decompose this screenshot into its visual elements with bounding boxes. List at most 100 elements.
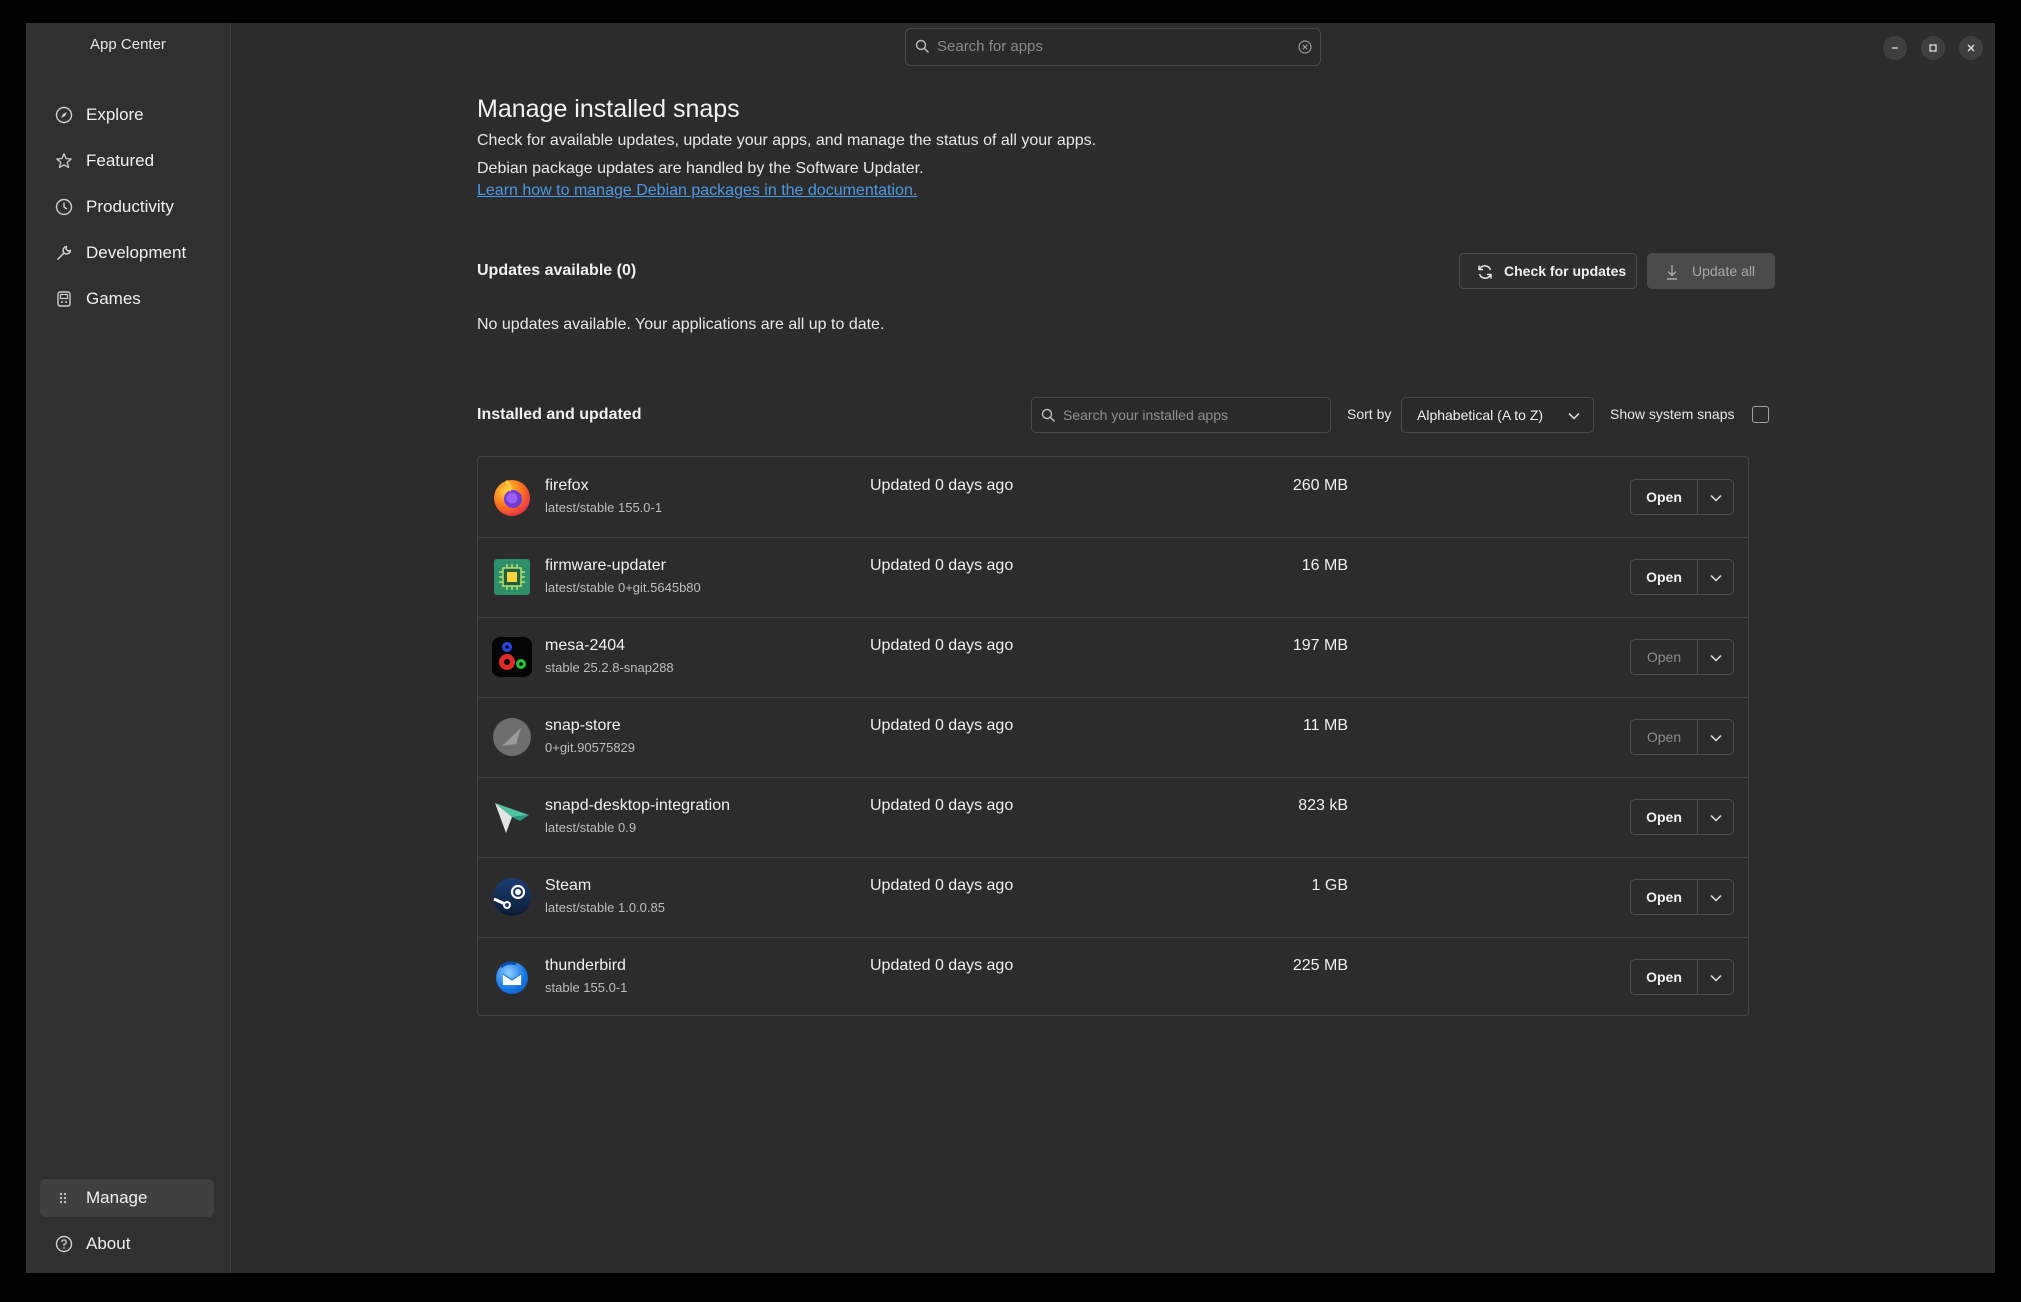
open-button[interactable]: Open bbox=[1630, 799, 1697, 835]
mesa-gears-icon bbox=[492, 637, 532, 677]
app-name[interactable]: firmware-updater bbox=[545, 557, 666, 575]
app-size: 11 MB bbox=[1302, 717, 1348, 734]
sort-dropdown[interactable]: Alphabetical (A to Z) bbox=[1401, 397, 1594, 433]
page-title: Manage installed snaps bbox=[477, 95, 740, 123]
sidebar-item-label: Manage bbox=[86, 1188, 148, 1207]
minimize-icon bbox=[1892, 47, 1898, 49]
sidebar-title: App Center bbox=[90, 36, 166, 53]
sort-value: Alphabetical (A to Z) bbox=[1417, 407, 1544, 423]
chevron-down-icon bbox=[1568, 412, 1580, 420]
app-updated: Updated 0 days ago bbox=[870, 477, 1014, 494]
update-all-label: Update all bbox=[1692, 263, 1756, 279]
open-button[interactable]: Open bbox=[1630, 719, 1697, 755]
list-item-thunderbird: thunderbird stable 155.0-1 Updated 0 day… bbox=[478, 937, 1748, 1017]
open-button[interactable]: Open bbox=[1630, 559, 1697, 595]
list-item-firefox: firefox latest/stable 155.0-1 Updated 0 … bbox=[478, 457, 1748, 538]
chevron-down-icon bbox=[1710, 894, 1722, 902]
open-button[interactable]: Open bbox=[1630, 479, 1697, 515]
snapcraft-bird-icon bbox=[495, 803, 529, 833]
app-name[interactable]: snapd-desktop-integration bbox=[545, 797, 730, 815]
app-updated: Updated 0 days ago bbox=[870, 797, 1014, 814]
app-size: 225 MB bbox=[1292, 957, 1348, 974]
app-name[interactable]: firefox bbox=[545, 477, 589, 495]
app-size: 16 MB bbox=[1301, 557, 1348, 574]
documentation-link[interactable]: Learn how to manage Debian packages in t… bbox=[477, 182, 917, 200]
firefox-icon bbox=[494, 479, 530, 516]
show-system-snaps-label: Show system snaps bbox=[1610, 406, 1735, 422]
app-version: latest/stable 0+git.5645b80 bbox=[545, 580, 701, 595]
wrench-icon bbox=[56, 245, 72, 261]
app-actions-dropdown[interactable] bbox=[1697, 479, 1734, 515]
app-name[interactable]: thunderbird bbox=[545, 957, 626, 975]
close-icon bbox=[1967, 44, 1975, 52]
sidebar-item-games[interactable]: Games bbox=[40, 280, 214, 318]
sidebar-item-label: Explore bbox=[86, 105, 144, 124]
star-icon bbox=[56, 153, 72, 169]
chevron-down-icon bbox=[1710, 974, 1722, 982]
app-updated: Updated 0 days ago bbox=[870, 877, 1014, 894]
app-actions-dropdown[interactable] bbox=[1697, 719, 1734, 755]
list-item-steam: Steam latest/stable 1.0.0.85 Updated 0 d… bbox=[478, 857, 1748, 938]
app-updated: Updated 0 days ago bbox=[870, 637, 1014, 654]
maximize-button[interactable] bbox=[1921, 36, 1945, 60]
open-button[interactable]: Open bbox=[1630, 959, 1697, 995]
sidebar-item-explore[interactable]: Explore bbox=[40, 96, 214, 134]
chevron-down-icon bbox=[1710, 654, 1722, 662]
sidebar-item-manage[interactable]: Manage bbox=[40, 1179, 214, 1217]
check-for-updates-label: Check for updates bbox=[1504, 263, 1627, 279]
help-icon bbox=[55, 1235, 73, 1253]
chevron-down-icon bbox=[1710, 574, 1722, 582]
update-all-button[interactable]: Update all bbox=[1647, 253, 1775, 289]
app-actions-dropdown[interactable] bbox=[1697, 879, 1734, 915]
open-button[interactable]: Open bbox=[1630, 639, 1697, 675]
gamepad-icon bbox=[57, 291, 71, 307]
updates-heading: Updates available (0) bbox=[477, 262, 637, 279]
minimize-button[interactable] bbox=[1883, 36, 1907, 60]
app-actions-dropdown[interactable] bbox=[1697, 559, 1734, 595]
chevron-down-icon bbox=[1710, 734, 1722, 742]
app-version: 0+git.90575829 bbox=[545, 740, 636, 755]
chip-icon bbox=[494, 559, 530, 595]
clock-icon bbox=[55, 198, 73, 216]
check-for-updates-button[interactable]: Check for updates bbox=[1459, 253, 1637, 289]
compass-icon bbox=[55, 106, 73, 124]
snap-store-icon bbox=[493, 718, 531, 756]
app-size: 197 MB bbox=[1292, 637, 1348, 654]
sidebar-item-productivity[interactable]: Productivity bbox=[40, 188, 214, 226]
app-version: stable 155.0-1 bbox=[545, 980, 628, 995]
sidebar: App Center Explore Featured Productivity… bbox=[26, 23, 231, 1273]
thunderbird-icon bbox=[496, 961, 528, 994]
sidebar-item-about[interactable]: About bbox=[40, 1225, 214, 1263]
app-actions-dropdown[interactable] bbox=[1697, 959, 1734, 995]
app-size: 823 kB bbox=[1298, 797, 1348, 814]
app-size: 1 GB bbox=[1311, 877, 1348, 894]
app-updated: Updated 0 days ago bbox=[870, 957, 1014, 974]
open-button[interactable]: Open bbox=[1630, 879, 1697, 915]
show-system-snaps-checkbox[interactable] bbox=[1752, 406, 1769, 423]
list-item-firmware-updater: firmware-updater latest/stable 0+git.564… bbox=[478, 537, 1748, 618]
app-actions-dropdown[interactable] bbox=[1697, 799, 1734, 835]
sidebar-item-label: Games bbox=[86, 289, 141, 308]
close-button[interactable] bbox=[1959, 36, 1983, 60]
app-version: latest/stable 0.9 bbox=[545, 820, 637, 835]
maximize-icon bbox=[1929, 44, 1937, 52]
chevron-down-icon bbox=[1710, 814, 1722, 822]
steam-icon bbox=[493, 878, 531, 916]
app-name[interactable]: Steam bbox=[545, 877, 591, 895]
installed-apps-search-input[interactable]: Search your installed apps bbox=[1031, 397, 1331, 433]
list-item-snap-store: snap-store 0+git.90575829 Updated 0 days… bbox=[478, 697, 1748, 778]
no-updates-message: No updates available. Your applications … bbox=[477, 316, 885, 333]
app-center-window: App Center Explore Featured Productivity… bbox=[26, 23, 1995, 1273]
app-name[interactable]: snap-store bbox=[545, 717, 621, 735]
refresh-icon bbox=[1478, 265, 1492, 279]
app-updated: Updated 0 days ago bbox=[870, 717, 1014, 734]
sidebar-item-development[interactable]: Development bbox=[40, 234, 214, 272]
grid-icon bbox=[59, 1192, 67, 1204]
sidebar-item-label: Featured bbox=[86, 151, 155, 170]
installed-apps-list: firefox latest/stable 155.0-1 Updated 0 … bbox=[477, 456, 1749, 1016]
list-item-mesa-2404: mesa-2404 stable 25.2.8-snap288 Updated … bbox=[478, 617, 1748, 698]
app-actions-dropdown[interactable] bbox=[1697, 639, 1734, 675]
installed-heading: Installed and updated bbox=[477, 406, 642, 423]
app-name[interactable]: mesa-2404 bbox=[545, 637, 625, 655]
sidebar-item-featured[interactable]: Featured bbox=[40, 142, 214, 180]
